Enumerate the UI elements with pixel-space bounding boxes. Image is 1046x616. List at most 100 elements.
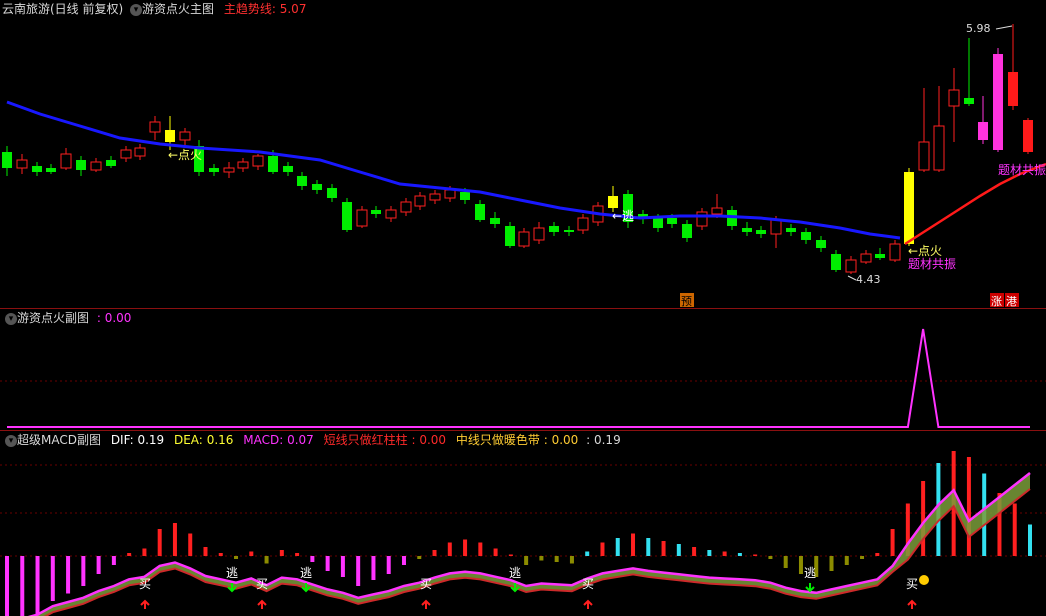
candle[interactable] [564, 226, 574, 236]
candle[interactable] [475, 200, 485, 222]
candle[interactable] [816, 236, 826, 252]
candle[interactable] [978, 96, 988, 144]
candle[interactable] [106, 156, 116, 168]
macd-bar [783, 556, 788, 568]
candle[interactable] [237, 158, 249, 172]
candle[interactable] [414, 192, 426, 210]
candle[interactable] [134, 144, 146, 160]
candle[interactable] [46, 164, 56, 174]
candle[interactable] [120, 146, 132, 162]
candle[interactable] [356, 206, 368, 228]
signal-label: 买 [420, 577, 432, 591]
macd-bar [1028, 524, 1032, 556]
candle[interactable] [964, 38, 974, 106]
theme-label-1: 题材共振 [908, 257, 956, 271]
candle[interactable] [16, 154, 28, 174]
macd-bar [615, 538, 620, 556]
macd-bar [768, 556, 773, 559]
candle[interactable] [933, 86, 945, 172]
candle[interactable] [429, 190, 441, 204]
ignite-label-1: ←点火 [168, 148, 202, 162]
macd-bar [737, 553, 742, 556]
candle[interactable] [490, 212, 500, 228]
candlestick-chart[interactable]: ←点火 ←逃 ←点火 题材共振 题材共振 5.98 4.43 预 涨 港 [0, 0, 1046, 308]
macd-bar [478, 542, 483, 556]
candle[interactable] [831, 250, 841, 272]
ignite-chart[interactable] [0, 309, 1046, 430]
macd-bar [218, 553, 223, 556]
candle[interactable] [696, 208, 708, 230]
buy-signal: 买 [906, 577, 918, 609]
candle[interactable] [2, 146, 12, 176]
high-arrow [995, 25, 1013, 30]
candle[interactable] [342, 198, 352, 232]
escape-label-1: ←逃 [612, 209, 634, 223]
candle[interactable] [518, 228, 530, 248]
candle[interactable] [904, 168, 914, 246]
macd-bar [96, 556, 101, 574]
macd-bar [860, 556, 865, 559]
candle[interactable] [682, 220, 692, 242]
macd-bar [463, 539, 468, 556]
macd-bar [493, 548, 498, 556]
candle[interactable] [889, 240, 901, 262]
candle[interactable] [505, 222, 515, 248]
macd-bar [508, 554, 513, 556]
candle[interactable] [179, 128, 191, 146]
candle[interactable] [875, 248, 885, 260]
macd-bar [35, 556, 40, 616]
candle[interactable] [90, 158, 102, 172]
candle[interactable] [742, 222, 752, 236]
main-chart-panel: 云南旅游(日线 前复权) ▾ 游资点火主图 主趋势线: 5.07 ←点火 ←逃 ←… [0, 0, 1046, 308]
candle[interactable] [385, 206, 397, 222]
candle[interactable] [918, 88, 930, 172]
candle[interactable] [32, 162, 42, 176]
macd-bar [554, 556, 559, 562]
buy-signal: 买 [256, 577, 268, 609]
macd-bar [356, 556, 361, 586]
macd-bar [844, 556, 849, 565]
macd-bar [676, 544, 681, 556]
sub-panel-macd: ▾ 超级MACD副图 DIF: 0.19 DEA: 0.16 MACD: 0.07… [0, 431, 1046, 616]
candle[interactable] [60, 148, 72, 170]
candle[interactable] [801, 228, 811, 244]
candle[interactable] [756, 226, 766, 238]
macd-bar [203, 547, 208, 556]
macd-bar [157, 529, 162, 556]
candle[interactable] [577, 214, 589, 234]
ignite-label-2: ←点火 [908, 244, 942, 258]
candle[interactable] [400, 198, 412, 216]
candle[interactable] [297, 172, 307, 190]
candle[interactable] [252, 154, 264, 170]
candle[interactable] [948, 68, 960, 142]
candle[interactable] [860, 250, 872, 264]
candle[interactable] [711, 194, 723, 218]
candle[interactable] [533, 222, 545, 244]
macd-bar [371, 556, 376, 580]
candle[interactable] [149, 116, 161, 140]
macd-chart[interactable]: 买 逃买 逃买 逃买 逃买 [0, 431, 1046, 616]
money-bag-icon [919, 575, 929, 585]
macd-bar [401, 556, 406, 565]
candle[interactable] [209, 164, 219, 176]
candle[interactable] [76, 156, 86, 176]
macd-bar [325, 556, 330, 571]
macd-bar [447, 542, 452, 556]
candle[interactable] [845, 256, 857, 274]
macd-bar [386, 556, 391, 574]
candle[interactable] [786, 224, 796, 236]
macd-bar [295, 553, 300, 556]
candle[interactable] [371, 206, 381, 218]
macd-bar [310, 556, 315, 562]
candle[interactable] [993, 48, 1003, 152]
candle[interactable] [1023, 118, 1033, 154]
theme-label-2: 题材共振 [998, 163, 1046, 177]
candle[interactable] [327, 184, 337, 202]
candle[interactable] [283, 162, 293, 176]
candle[interactable] [549, 222, 559, 236]
candle[interactable] [223, 162, 235, 178]
signal-label: 买 [139, 577, 151, 591]
signal-label: 买 [256, 577, 268, 591]
candle[interactable] [312, 180, 322, 194]
candle[interactable] [1008, 24, 1018, 110]
